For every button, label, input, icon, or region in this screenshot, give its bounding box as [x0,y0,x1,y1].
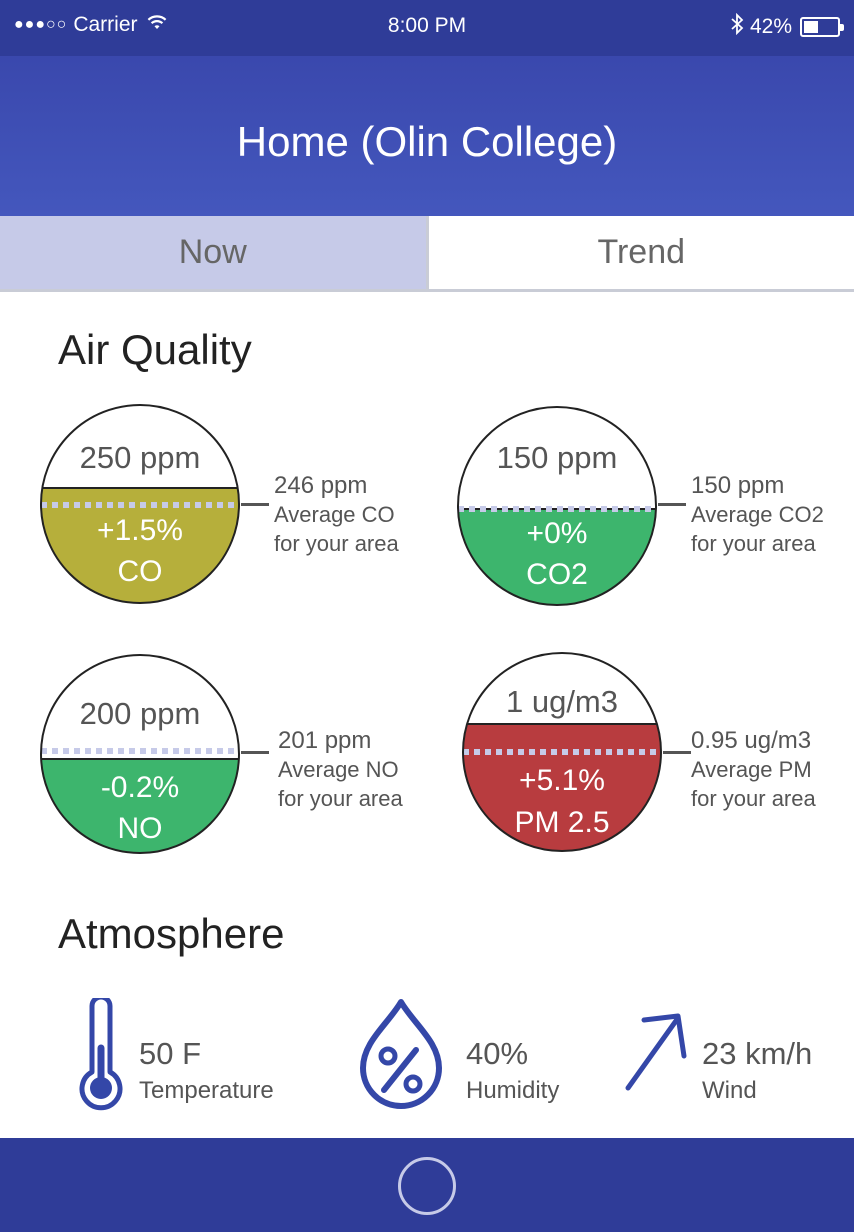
co-average-label: Average CO [274,502,395,527]
pm25-reading: 1 ug/m3 [505,684,618,719]
tab-now[interactable]: Now [0,216,429,289]
no-label: NO [117,812,163,845]
co-average-value: 246 ppm [274,472,368,499]
pm25-change: +5.1% [519,764,605,797]
co2-gauge[interactable]: 150 ppm +0% CO2 [457,406,657,606]
pm25-average-label: Average PM [691,757,812,782]
co2-average-area: for your area [691,531,816,556]
co-average-marker [241,503,269,506]
co2-average-marker [658,503,686,506]
co-change: +1.5% [97,514,183,547]
humidity-drop-icon [356,998,446,1117]
tab-bar: Now Trend [0,216,854,292]
bottom-bar [0,1138,854,1232]
temperature-label: Temperature [139,1077,274,1104]
wind-arrow-icon [620,1008,692,1101]
pm25-average-marker [663,751,691,754]
no-average-marker [241,751,269,754]
app-header: Home (Olin College) [0,56,854,216]
co-label: CO [117,555,163,588]
co2-reading: 150 ppm [496,440,618,475]
no-gauge[interactable]: 200 ppm -0.2% NO [40,654,240,854]
co-average-area: for your area [274,531,399,556]
co2-average-value: 150 ppm [691,472,785,499]
co2-average-label: Average CO2 [691,502,824,527]
pm25-average-value: 0.95 ug/m3 [691,727,812,754]
co-reading: 250 ppm [79,440,201,475]
home-button[interactable] [398,1157,456,1215]
status-bar: ●●●○○ Carrier 8:00 PM 42% [0,0,854,56]
no-average-value: 201 ppm [278,727,372,754]
no-average: 201 ppm Average NO for your area [278,726,403,813]
no-average-label: Average NO [278,757,399,782]
no-reading: 200 ppm [79,696,201,731]
pm25-label: PM 2.5 [514,806,610,839]
no-change: -0.2% [100,771,180,804]
wind-value: 23 km/h [702,1036,813,1071]
wind-label: Wind [702,1077,757,1104]
pm25-average: 0.95 ug/m3 Average PM for your area [691,726,816,813]
pm25-average-area: for your area [691,786,816,811]
co2-average: 150 ppm Average CO2 for your area [691,471,824,558]
atmosphere-heading: Atmosphere [58,910,285,957]
temperature-value: 50 F [139,1036,202,1071]
co-gauge[interactable]: 250 ppm +1.5% CO [40,404,240,604]
humidity-value: 40% [466,1036,529,1071]
co2-change: +0% [526,517,588,550]
thermometer-icon [76,994,126,1117]
co-average: 246 ppm Average CO for your area [274,471,399,558]
battery-icon [800,17,844,37]
status-time: 8:00 PM [387,14,467,37]
page-title: Home (Olin College) [236,118,618,165]
co2-label: CO2 [526,558,588,591]
tab-trend[interactable]: Trend [428,216,854,289]
battery-percent: 42% [749,15,792,38]
humidity-label: Humidity [466,1077,560,1104]
bluetooth-icon [730,12,744,41]
pm25-gauge[interactable]: 1 ug/m3 +5.1% PM 2.5 [462,652,662,852]
status-right: 42% [730,12,844,41]
no-average-area: for your area [278,786,403,811]
air-quality-heading: Air Quality [58,326,252,373]
